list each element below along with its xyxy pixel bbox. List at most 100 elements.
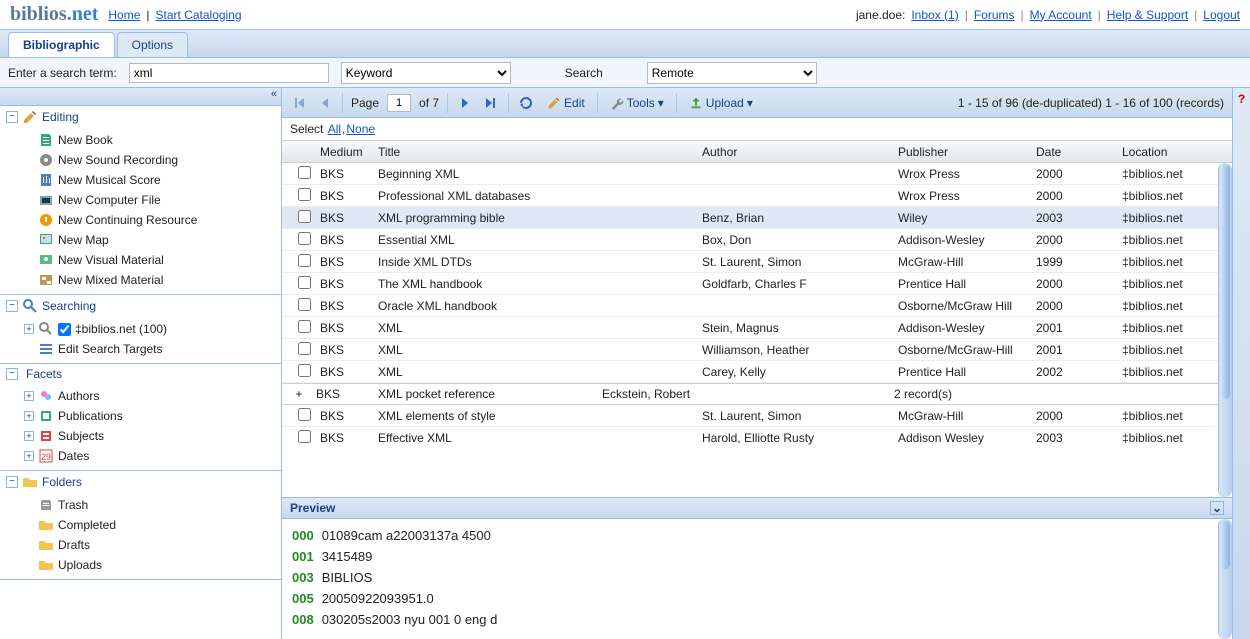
- table-row[interactable]: BKS Effective XML Harold, Elliotte Rusty…: [282, 427, 1232, 447]
- editing-item[interactable]: New Computer File: [20, 190, 281, 210]
- next-page-button[interactable]: [456, 94, 474, 112]
- trash-icon: [38, 497, 54, 513]
- preview-collapse[interactable]: ⌄: [1210, 501, 1224, 515]
- facet-item[interactable]: +Authors: [20, 386, 281, 406]
- row-checkbox[interactable]: [298, 188, 311, 201]
- folder-item[interactable]: Uploads: [20, 555, 281, 575]
- item-icon: [38, 132, 54, 148]
- upload-menu[interactable]: Upload ▾: [685, 96, 757, 110]
- first-page-button[interactable]: [290, 94, 308, 112]
- facet-item[interactable]: +Publications: [20, 406, 281, 426]
- table-row[interactable]: BKS XML elements of style St. Laurent, S…: [282, 405, 1232, 427]
- select-all[interactable]: All: [328, 122, 341, 136]
- editing-item[interactable]: New Map: [20, 230, 281, 250]
- row-checkbox[interactable]: [298, 364, 311, 377]
- row-checkbox[interactable]: [298, 166, 311, 179]
- table-row[interactable]: BKS Beginning XML Wrox Press 2000 ‡bibli…: [282, 163, 1232, 185]
- facet-item[interactable]: +Subjects: [20, 426, 281, 446]
- row-checkbox[interactable]: [298, 342, 311, 355]
- link-help-support[interactable]: Help & Support: [1107, 8, 1188, 22]
- row-checkbox[interactable]: [298, 430, 311, 443]
- facet-item[interactable]: +29Dates: [20, 446, 281, 466]
- link-forums[interactable]: Forums: [974, 8, 1015, 22]
- table-row[interactable]: BKS Essential XML Box, Don Addison-Wesle…: [282, 229, 1232, 251]
- edit-search-targets[interactable]: Edit Search Targets: [20, 339, 281, 359]
- row-checkbox[interactable]: [298, 320, 311, 333]
- row-checkbox[interactable]: [298, 408, 311, 421]
- col-title[interactable]: Title: [374, 145, 698, 159]
- table-row[interactable]: BKS Inside XML DTDs St. Laurent, Simon M…: [282, 251, 1232, 273]
- grid-scrollbar[interactable]: [1218, 163, 1232, 447]
- search-target-biblios[interactable]: + ‡biblios.net (100): [20, 319, 281, 339]
- plus-icon: +: [24, 431, 34, 441]
- select-none[interactable]: None: [346, 122, 375, 136]
- plus-icon: +: [24, 324, 34, 334]
- panel-searching-header[interactable]: − Searching: [0, 295, 281, 317]
- table-row[interactable]: BKS Oracle XML handbook Osborne/McGraw H…: [282, 295, 1232, 317]
- col-date[interactable]: Date: [1032, 145, 1118, 159]
- panel-facets-header[interactable]: − Facets: [0, 364, 281, 384]
- content-area: Page of 7 Edit Tools ▾ Upload ▾ 1 - 15 o…: [282, 88, 1232, 639]
- minus-icon: −: [6, 476, 18, 488]
- tab-bibliographic[interactable]: Bibliographic: [8, 32, 115, 57]
- nav-home[interactable]: Home: [108, 8, 140, 22]
- page-input[interactable]: [387, 94, 411, 112]
- refresh-button[interactable]: [517, 94, 535, 112]
- link-inbox[interactable]: Inbox (1): [911, 8, 958, 22]
- group-row[interactable]: + BKS XML pocket reference Eckstein, Rob…: [282, 383, 1232, 405]
- sidebar-collapse[interactable]: «: [0, 88, 281, 106]
- preview-scrollbar[interactable]: [1218, 519, 1232, 639]
- magnifier-icon: [22, 298, 38, 314]
- editing-item[interactable]: New Sound Recording: [20, 150, 281, 170]
- row-checkbox[interactable]: [298, 210, 311, 223]
- table-row[interactable]: BKS XML Stein, Magnus Addison-Wesley 200…: [282, 317, 1232, 339]
- preview-body: 00001089cam a22003137a 45000013415489003…: [282, 519, 1232, 639]
- link-logout[interactable]: Logout: [1203, 8, 1240, 22]
- col-publisher[interactable]: Publisher: [894, 145, 1032, 159]
- item-icon: [38, 212, 54, 228]
- panel-editing-header[interactable]: − Editing: [0, 106, 281, 128]
- editing-item[interactable]: New Continuing Resource: [20, 210, 281, 230]
- search-scope-select[interactable]: Remote: [647, 62, 817, 84]
- grid-header: Medium Title Author Publisher Date Locat…: [282, 141, 1232, 163]
- folder-item[interactable]: Completed: [20, 515, 281, 535]
- table-row[interactable]: BKS XML Williamson, Heather Osborne/McGr…: [282, 339, 1232, 361]
- tab-options[interactable]: Options: [117, 32, 188, 57]
- search-type-select[interactable]: Keyword: [341, 62, 511, 84]
- item-icon: [38, 192, 54, 208]
- last-page-button[interactable]: [482, 94, 500, 112]
- folder-item[interactable]: Trash: [20, 495, 281, 515]
- panel-searching: − Searching + ‡biblios.net (100) Edit Se…: [0, 295, 281, 364]
- tools-menu[interactable]: Tools ▾: [606, 96, 668, 110]
- nav-start-cataloging[interactable]: Start Cataloging: [156, 8, 242, 22]
- panel-folders: − Folders TrashCompletedDraftsUploads: [0, 471, 281, 580]
- edit-button[interactable]: Edit: [543, 96, 589, 110]
- marc-line: 008030205s2003 nyu 001 0 eng d: [292, 609, 1222, 630]
- col-author[interactable]: Author: [698, 145, 894, 159]
- search-input[interactable]: [129, 63, 329, 83]
- table-row[interactable]: BKS The XML handbook Goldfarb, Charles F…: [282, 273, 1232, 295]
- table-row[interactable]: BKS XML Carey, Kelly Prentice Hall 2002 …: [282, 361, 1232, 383]
- row-checkbox[interactable]: [298, 276, 311, 289]
- table-row[interactable]: BKS XML programming bible Benz, Brian Wi…: [282, 207, 1232, 229]
- row-checkbox[interactable]: [298, 232, 311, 245]
- target-checkbox[interactable]: [58, 323, 71, 336]
- table-row[interactable]: BKS Professional XML databases Wrox Pres…: [282, 185, 1232, 207]
- row-checkbox[interactable]: [298, 298, 311, 311]
- col-medium[interactable]: Medium: [316, 145, 374, 159]
- panel-folders-header[interactable]: − Folders: [0, 471, 281, 493]
- editing-item[interactable]: New Visual Material: [20, 250, 281, 270]
- prev-page-button[interactable]: [316, 94, 334, 112]
- plus-icon: +: [24, 391, 34, 401]
- editing-item[interactable]: New Mixed Material: [20, 270, 281, 290]
- col-location[interactable]: Location: [1118, 145, 1218, 159]
- link-my-account[interactable]: My Account: [1030, 8, 1092, 22]
- row-checkbox[interactable]: [298, 254, 311, 267]
- editing-item[interactable]: New Book: [20, 130, 281, 150]
- folder-item[interactable]: Drafts: [20, 535, 281, 555]
- magnifier-icon: [38, 321, 54, 337]
- editing-item[interactable]: New Musical Score: [20, 170, 281, 190]
- plus-icon[interactable]: +: [295, 387, 302, 401]
- search-button[interactable]: Search: [565, 66, 603, 80]
- help-icon[interactable]: ?: [1233, 88, 1250, 110]
